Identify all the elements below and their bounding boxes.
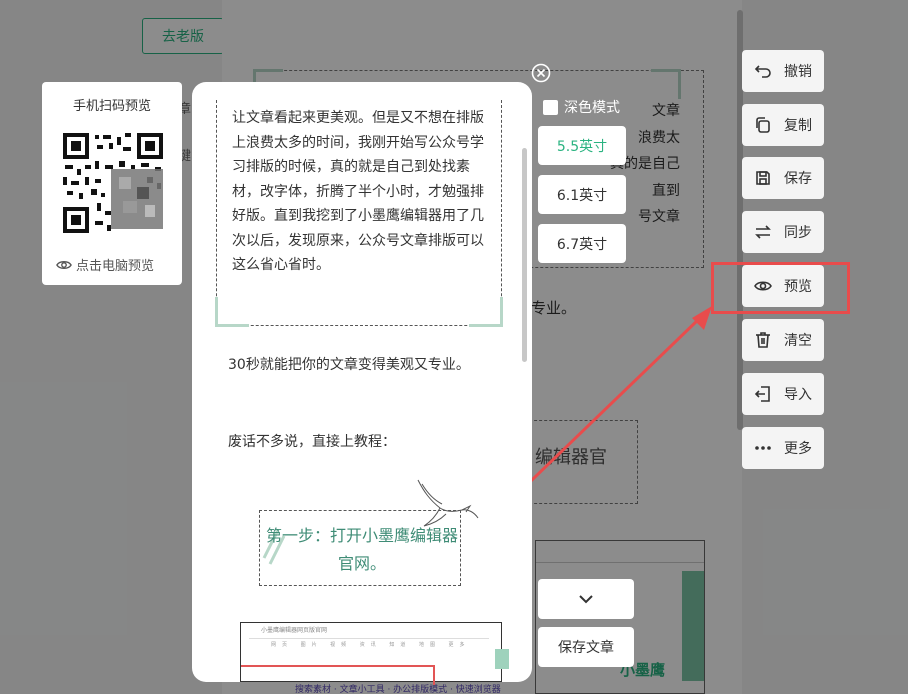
save-button[interactable]: 保存 [742, 157, 824, 199]
sync-icon [753, 222, 773, 242]
save-article-button[interactable]: 保存文章 [538, 627, 634, 667]
clear-button[interactable]: 清空 [742, 319, 824, 361]
clear-label: 清空 [784, 333, 812, 349]
pc-preview-label: 点击电脑预览 [76, 259, 155, 274]
sync-label: 同步 [784, 225, 812, 241]
more-icon [753, 438, 773, 458]
import-icon [753, 384, 773, 404]
undo-button[interactable]: 撤销 [742, 50, 824, 92]
undo-label: 撤销 [784, 64, 812, 80]
undo-icon [753, 61, 773, 81]
copy-label: 复制 [784, 118, 812, 134]
step-title: 第一步：打开小墨鹰编辑器官网。 [265, 526, 458, 573]
save-label: 保存 [784, 171, 812, 187]
copy-icon [753, 115, 773, 135]
chevron-down-icon [579, 595, 593, 604]
preview-screenshot-image: 小墨鹰编辑器网页版官网 网页 图片 视频 资讯 知道 地图 更多 [236, 612, 509, 685]
qr-preview-card: 手机扫码预览 点击电脑预览 [42, 82, 182, 285]
close-icon[interactable] [531, 63, 551, 83]
qr-code-image [61, 131, 165, 235]
size-5-5-button[interactable]: 5.5英寸 [538, 126, 626, 165]
qr-card-title: 手机扫码预览 [72, 99, 151, 114]
trash-icon [753, 330, 773, 350]
import-label: 导入 [784, 387, 812, 403]
preview-highlight-box [711, 262, 850, 314]
preview-paragraph: 30秒就能把你的文章变得美观又专业。 [228, 357, 470, 373]
size-6-1-button[interactable]: 6.1英寸 [538, 175, 626, 214]
save-icon [753, 168, 773, 188]
more-button[interactable]: 更多 [742, 427, 824, 469]
scroll-down-button[interactable] [538, 579, 634, 619]
dark-mode-label: 深色模式 [564, 100, 620, 116]
import-button[interactable]: 导入 [742, 373, 824, 415]
more-label: 更多 [784, 441, 812, 457]
dark-mode-checkbox[interactable] [543, 99, 558, 115]
copy-button[interactable]: 复制 [742, 104, 824, 146]
sync-button[interactable]: 同步 [742, 211, 824, 253]
pc-preview-link[interactable]: 点击电脑预览 [56, 255, 154, 274]
eye-icon [56, 260, 72, 269]
dark-mode-toggle[interactable]: 深色模式 [543, 97, 620, 117]
size-6-7-button[interactable]: 6.7英寸 [538, 224, 626, 263]
preview-paragraph: 废话不多说，直接上教程： [228, 434, 396, 450]
preview-scrollbar[interactable] [522, 148, 527, 362]
preview-frame-text: 让文章看起来更美观。但是又不想在排版上浪费太多的时间，我刚开始写公众号学习排版的… [232, 110, 484, 273]
